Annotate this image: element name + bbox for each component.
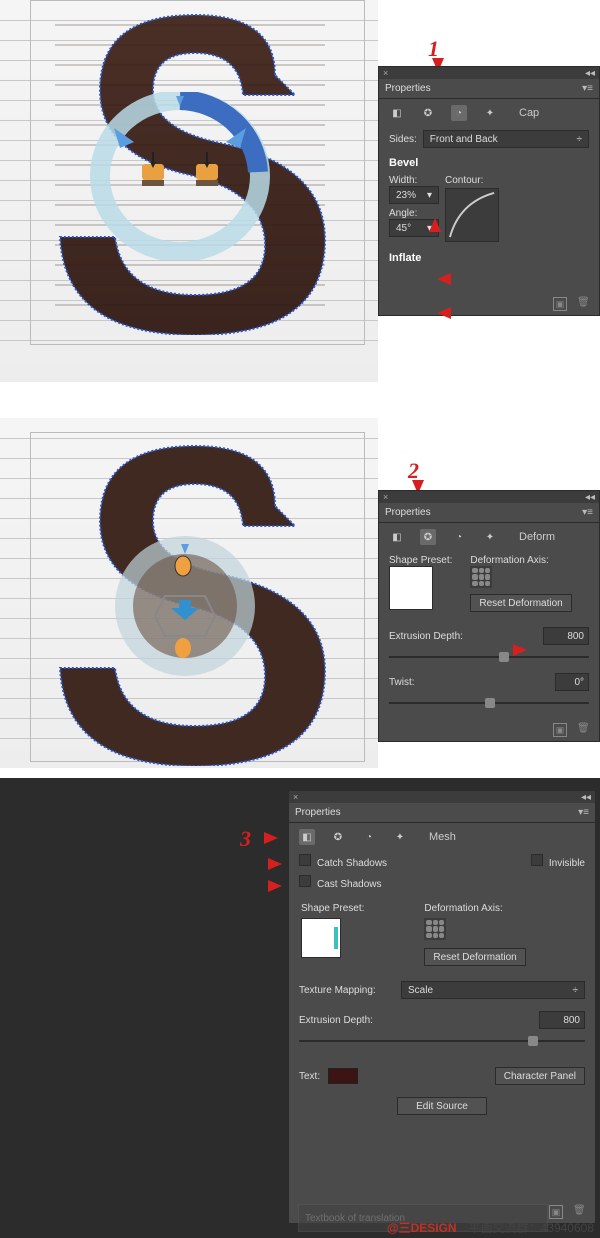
close-icon[interactable]: × — [383, 68, 388, 78]
twist-label: Twist: — [389, 677, 433, 688]
shape-preset-picker[interactable] — [301, 918, 341, 958]
panel-collapse-icon[interactable]: ◂◂ — [585, 68, 595, 79]
close-icon[interactable]: × — [293, 792, 298, 802]
cap-tab-icon[interactable]: ◔ — [451, 105, 467, 121]
step-3-section: 3 × ◂◂ Properties ▾≡ ◧ ✪ ◔ ✦ Mesh Catch S… — [0, 778, 600, 1238]
text-label: Text: — [299, 1071, 320, 1082]
trash-icon[interactable]: 🗑 — [573, 1205, 587, 1219]
render-icon[interactable]: ▣ — [553, 723, 567, 737]
3d-rotation-gizmo[interactable] — [90, 92, 270, 260]
text-color-swatch[interactable] — [328, 1068, 358, 1084]
sides-label: Sides: — [389, 134, 417, 145]
mode-label: Mesh — [429, 831, 456, 843]
bevel-heading: Bevel — [379, 151, 599, 171]
cap-tab-icon[interactable]: ◔ — [361, 829, 377, 845]
panel-menu-icon[interactable]: ▾≡ — [582, 507, 593, 518]
deform-tab-icon[interactable]: ✪ — [330, 829, 346, 845]
mode-label: Cap — [519, 107, 539, 119]
extrusion-slider[interactable] — [299, 1035, 585, 1047]
mesh-tab-icon[interactable]: ◧ — [389, 529, 405, 545]
cap-tab-icon[interactable]: ◔ — [451, 529, 467, 545]
contour-label: Contour: — [445, 175, 499, 186]
trash-icon[interactable]: 🗑 — [577, 723, 591, 737]
shape-preset-label: Shape Preset: — [301, 903, 364, 914]
arrow-angle — [437, 307, 451, 319]
catch-shadows-checkbox[interactable]: Catch Shadows — [299, 854, 387, 869]
sides-select[interactable]: Front and Back÷ — [423, 130, 589, 148]
inflate-heading: Inflate — [379, 246, 599, 266]
panel-collapse-icon[interactable]: ◂◂ — [585, 492, 595, 503]
extrusion-depth-label: Extrusion Depth: — [299, 1015, 395, 1026]
panel-collapse-icon[interactable]: ◂◂ — [581, 792, 591, 803]
properties-panel-cap: × ◂◂ Properties ▾≡ ◧ ✪ ◔ ✦ Cap Sides: Fro… — [378, 66, 600, 316]
deform-tab-icon[interactable]: ✪ — [420, 105, 436, 121]
edit-source-button[interactable]: Edit Source — [397, 1097, 487, 1115]
watermark: @三DESIGN 平面交流群：43940608 — [387, 1219, 594, 1236]
deform-axis-label: Deformation Axis: — [424, 903, 525, 914]
deformation-axis-grid[interactable] — [470, 566, 492, 588]
mesh-tab-icon[interactable]: ◧ — [389, 105, 405, 121]
trash-icon[interactable]: 🗑 — [577, 297, 591, 311]
arrow-width — [437, 273, 451, 285]
panel-title: Properties — [295, 807, 341, 818]
arrow-catch-shadows — [268, 858, 282, 870]
shape-preset-label: Shape Preset: — [389, 555, 452, 566]
step-2-section: 2 ×◂◂ Properties ▾≡ ◧ ✪ ◔ ✦ Deform Shape… — [0, 418, 600, 778]
deform-axis-label: Deformation Axis: — [470, 555, 571, 566]
mode-label: Deform — [519, 531, 555, 543]
render-icon[interactable]: ▣ — [553, 297, 567, 311]
coordinates-tab-icon[interactable]: ✦ — [482, 105, 498, 121]
extrusion-depth-label: Extrusion Depth: — [389, 631, 481, 642]
texture-mapping-label: Texture Mapping: — [299, 985, 395, 996]
arrow-cast-shadows — [268, 880, 282, 892]
angle-label: Angle: — [389, 208, 433, 219]
canvas-area-1 — [0, 0, 378, 382]
deformation-axis-grid[interactable] — [424, 918, 446, 940]
reset-deformation-button[interactable]: Reset Deformation — [470, 594, 571, 612]
step-1-section: 1 ×◂◂ Properties ▾≡ ◧ ✪ ◔ ✦ Cap Sides: F… — [0, 0, 600, 418]
render-icon[interactable]: ▣ — [549, 1205, 563, 1219]
close-icon[interactable]: × — [383, 492, 388, 502]
character-panel-button[interactable]: Character Panel — [495, 1067, 585, 1085]
panel-title: Properties — [385, 507, 431, 518]
extrusion-depth-field[interactable]: 800 — [543, 627, 589, 645]
canvas-area-2 — [0, 418, 378, 768]
arrow-sides — [429, 218, 441, 232]
properties-mode-tabs: ◧ ✪ ◔ ✦ Cap — [379, 99, 599, 127]
width-label: Width: — [389, 175, 433, 186]
coordinates-tab-icon[interactable]: ✦ — [392, 829, 408, 845]
twist-field[interactable]: 0° — [555, 673, 589, 691]
properties-panel-deform: × ◂◂ Properties ▾≡ ◧ ✪ ◔ ✦ Deform Shape P… — [378, 490, 600, 742]
arrow-to-mesh-icon — [264, 832, 278, 844]
extrusion-depth-field[interactable]: 800 — [539, 1011, 585, 1029]
3d-rotation-gizmo-2[interactable] — [105, 526, 265, 686]
coordinates-tab-icon[interactable]: ✦ — [482, 529, 498, 545]
texture-mapping-select[interactable]: Scale÷ — [401, 981, 585, 999]
panel-menu-icon[interactable]: ▾≡ — [582, 83, 593, 94]
mesh-tab-icon[interactable]: ◧ — [299, 829, 315, 845]
width-select[interactable]: 23%▾ — [389, 186, 439, 204]
panel-title: Properties — [385, 83, 431, 94]
invisible-checkbox[interactable]: Invisible — [531, 854, 585, 869]
contour-picker[interactable] — [445, 188, 499, 242]
cast-shadows-checkbox[interactable]: Cast Shadows — [299, 875, 381, 890]
twist-slider[interactable] — [389, 697, 589, 709]
arrow-extrusion — [513, 644, 527, 656]
deform-tab-icon[interactable]: ✪ — [420, 529, 436, 545]
shape-preset-picker[interactable] — [389, 566, 433, 610]
step-number-3: 3 — [240, 826, 251, 852]
panel-menu-icon[interactable]: ▾≡ — [578, 807, 589, 818]
extrusion-slider[interactable] — [389, 651, 589, 663]
properties-panel-mesh: × ◂◂ Properties ▾≡ ◧ ✪ ◔ ✦ Mesh Catch Sha… — [288, 790, 596, 1224]
reset-deformation-button[interactable]: Reset Deformation — [424, 948, 525, 966]
